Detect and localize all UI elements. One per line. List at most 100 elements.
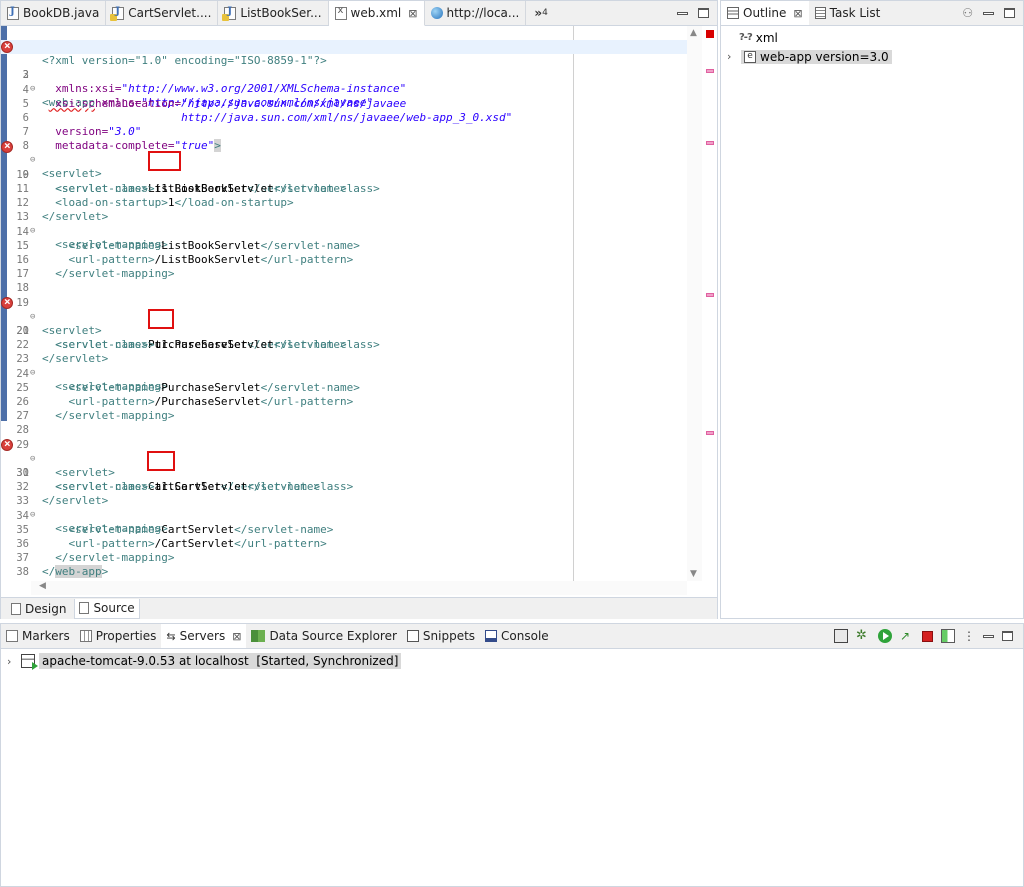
tab-overflow-button[interactable]: » 4 [526, 1, 556, 25]
tab-markers[interactable]: Markers [1, 624, 75, 648]
data-source-icon [251, 630, 266, 642]
horizontal-scrollbar[interactable]: ◀ [31, 581, 687, 595]
code-editor[interactable]: 1 <?xml version="1.0" encoding="ISO-8859… [1, 26, 705, 581]
debug-icon[interactable]: ✲ [856, 629, 870, 643]
code-line: 2 ⊖ <web-app xmlns="http://java.sun.com/… [1, 39, 701, 109]
code-line: 6 version="3.0" [1, 97, 701, 138]
vertical-scrollbar[interactable]: ▲ ▼ [687, 26, 702, 581]
publish-icon[interactable] [941, 629, 955, 643]
error-summary-icon[interactable] [706, 30, 714, 38]
chevron-right-icon[interactable]: › [7, 655, 17, 668]
code-text: web-app [55, 565, 102, 579]
error-icon[interactable] [1, 437, 13, 451]
code-line: 27 [1, 395, 701, 422]
scroll-left-icon[interactable]: ◀ [39, 581, 46, 591]
code-line: 17 [1, 253, 701, 280]
error-marker[interactable] [706, 293, 714, 297]
run-icon[interactable] [878, 629, 892, 643]
error-marker[interactable] [706, 141, 714, 145]
tab-label: Outline [743, 6, 787, 20]
servers-pane: Markers Properties ⇆ Servers ⊠ Data Sour… [0, 623, 1024, 887]
tab-web-xml[interactable]: web.xml ⊠ [328, 1, 425, 26]
server-name: apache-tomcat-9.0.53 at localhost [42, 654, 249, 668]
server-row[interactable]: › apache-tomcat-9.0.53 at localhost [Sta… [1, 651, 1023, 671]
code-line: 8 ⊖ <servlet> [1, 125, 701, 180]
code-line: 35 <url-pattern>/CartServlet</url-patter… [1, 509, 701, 550]
xml-file-icon [334, 5, 347, 20]
error-icon[interactable] [1, 139, 13, 153]
code-line: 16 </servlet-mapping> [1, 239, 701, 280]
double-chevron-icon: » [534, 6, 543, 20]
error-marker[interactable] [706, 69, 714, 73]
java-file-icon [7, 6, 19, 20]
code-line: 29 ⊖ <servlet> [1, 424, 701, 479]
tab-label: Servers [179, 629, 226, 643]
close-icon[interactable]: ⊠ [408, 7, 417, 20]
tab-snippets[interactable]: Snippets [402, 624, 480, 648]
tab-outline[interactable]: Outline ⊠ [721, 1, 809, 25]
tab-label: BookDB.java [23, 6, 100, 20]
tab-listbookservlet-java[interactable]: ListBookSer... [218, 1, 329, 25]
code-line: 22 </servlet> [1, 324, 701, 365]
tab-cartservlet-java[interactable]: CartServlet.... [106, 1, 219, 25]
tab-label: Source [93, 601, 135, 615]
tab-bookdb-java[interactable]: BookDB.java [1, 1, 107, 25]
tab-source[interactable]: Source [74, 598, 140, 619]
task-list-icon [814, 7, 826, 19]
tab-properties[interactable]: Properties [75, 624, 162, 648]
server-icon [21, 654, 38, 670]
scroll-down-icon[interactable]: ▼ [690, 569, 697, 579]
globe-icon [430, 7, 443, 19]
maximize-icon[interactable] [698, 8, 709, 18]
code-line: 37 </web-app> [1, 537, 701, 579]
code-line: 30 <servlet-name>CartServlet</servlet-na… [1, 437, 701, 493]
code-line: 38 [1, 551, 701, 578]
scroll-up-icon[interactable]: ▲ [690, 28, 697, 38]
tree-item-web-app[interactable]: › e web-app version=3.0 [727, 47, 1023, 66]
element-icon: e [744, 50, 756, 63]
collapse-all-icon[interactable]: ⚇ [962, 6, 973, 20]
tab-task-list[interactable]: Task List [809, 1, 887, 25]
line-number: 38 [16, 566, 29, 579]
overview-ruler[interactable] [703, 26, 717, 581]
highlight-box [148, 309, 174, 329]
code-line: 10 <servlet-class>t1.ListBookServlet</se… [1, 154, 701, 195]
tab-console[interactable]: Console [480, 624, 554, 648]
tab-design[interactable]: Design [7, 599, 70, 619]
console-icon [485, 630, 498, 642]
minimize-icon[interactable] [983, 634, 994, 638]
error-icon[interactable] [1, 39, 13, 54]
tab-label: Design [25, 601, 67, 616]
maximize-icon[interactable] [1004, 8, 1015, 18]
tab-label: Data Source Explorer [269, 629, 397, 643]
code-line: 9 <servlet-name>ListBookServlet</servlet… [1, 139, 701, 195]
chevron-right-icon[interactable]: › [727, 50, 737, 63]
close-icon[interactable]: ⊠ [793, 7, 802, 20]
profile-icon[interactable]: ↗ [900, 629, 914, 643]
error-marker[interactable] [706, 431, 714, 435]
tree-item-xml[interactable]: ?-? xml [727, 28, 1023, 47]
code-line: 23 ⊖ <servlet-mapping> [1, 338, 701, 393]
maximize-icon[interactable] [1002, 631, 1013, 641]
tab-servers[interactable]: ⇆ Servers ⊠ [161, 624, 247, 648]
code-line: 3 xmlns:xsi="http://www.w3.org/2001/XMLS… [1, 54, 701, 95]
tab-data-source-explorer[interactable]: Data Source Explorer [246, 624, 401, 648]
minimize-icon[interactable] [677, 11, 688, 15]
error-icon[interactable] [1, 295, 13, 309]
minimize-icon[interactable] [983, 11, 994, 15]
code-line: 1 <?xml version="1.0" encoding="ISO-8859… [1, 26, 701, 67]
close-icon[interactable]: ⊠ [232, 630, 241, 643]
tab-localhost[interactable]: http://loca... [425, 1, 527, 25]
outline-pane: Outline ⊠ Task List ⚇ ?-? xml › e web-ap… [720, 0, 1024, 619]
view-menu-icon[interactable]: ⋮ [963, 629, 975, 643]
code-line: 20 <servlet-name>PurchaseServlet</servle… [1, 295, 701, 351]
code-line: 28 [1, 409, 701, 436]
collapse-icon[interactable] [834, 629, 848, 643]
stop-icon[interactable] [922, 630, 933, 642]
tab-label: Console [501, 629, 549, 643]
tab-label: Properties [95, 629, 157, 643]
source-icon [79, 602, 90, 614]
java-file-error-icon [222, 6, 237, 21]
code-line: 19 ⊖ <servlet> [1, 282, 701, 337]
code-line: 36 </servlet-mapping> [1, 523, 701, 564]
